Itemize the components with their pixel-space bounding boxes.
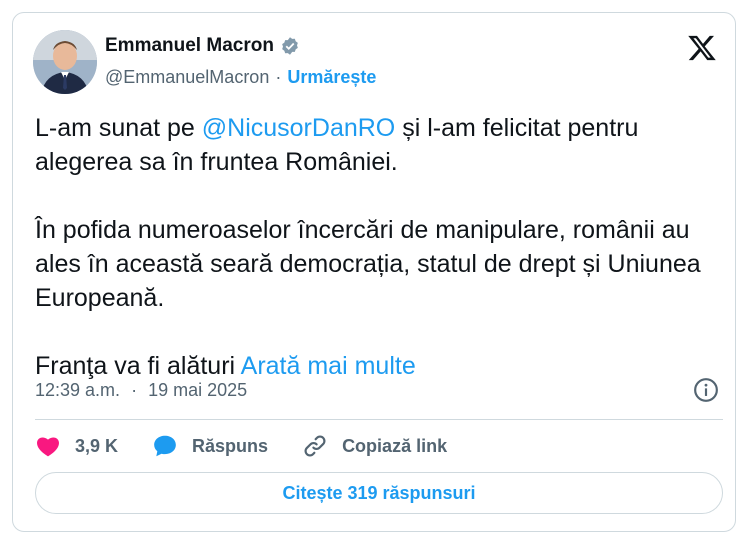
divider [35,419,723,420]
tweet-text-segment: L-am sunat pe [35,114,202,142]
avatar-image [33,30,97,94]
tweet-text-segment: Franţa va fi alături [35,352,241,380]
tweet-date: 19 mai 2025 [148,380,248,400]
author-name-row: Emmanuel Macron [105,35,300,57]
copy-link-button[interactable]: Copiază link [302,433,447,459]
x-logo-icon[interactable] [687,33,717,63]
separator-dot: · [131,380,138,400]
avatar[interactable] [33,30,97,94]
verified-badge-icon [282,37,298,55]
tweet-paragraph-2: În pofida numeroaselor încercări de mani… [35,216,701,312]
tweet-timestamp[interactable]: 12:39 a.m. · 19 mai 2025 [35,380,247,401]
author-handle[interactable]: @EmmanuelMacron [105,67,269,88]
reply-button[interactable]: Răspuns [152,433,268,459]
speech-bubble-icon [154,435,176,457]
show-more-link[interactable]: Arată mai multe [241,352,416,380]
info-icon[interactable] [693,377,719,403]
like-count: 3,9 K [75,435,119,456]
tweet-text: L-am sunat pe @NicusorDanRO și l-am feli… [35,111,715,383]
mention-link[interactable]: @NicusorDanRO [202,114,395,142]
tweet-time: 12:39 a.m. [35,380,121,400]
link-icon [304,435,326,457]
reply-label: Răspuns [192,435,269,456]
follow-button[interactable]: Urmărește [287,67,376,88]
separator-dot: · [275,67,282,87]
read-replies-label: Citește 319 răspunsuri [282,482,476,503]
read-replies-button[interactable]: Citește 319 răspunsuri [35,472,723,514]
tweet-card: Emmanuel Macron @EmmanuelMacron · Urmăre… [12,12,736,532]
action-bar: 3,9 K Răspuns Copiază link [35,433,481,459]
heart-icon [37,437,59,457]
tweet-paragraph-1: L-am sunat pe @NicusorDanRO și l-am feli… [35,111,715,179]
tweet-paragraph-3: Franţa va fi alături Arată mai multe [35,349,715,383]
copy-link-label: Copiază link [342,435,448,456]
like-button[interactable]: 3,9 K [35,433,118,459]
author-handle-row: @EmmanuelMacron · Urmărește [105,67,376,88]
author-name[interactable]: Emmanuel Macron [105,35,274,57]
